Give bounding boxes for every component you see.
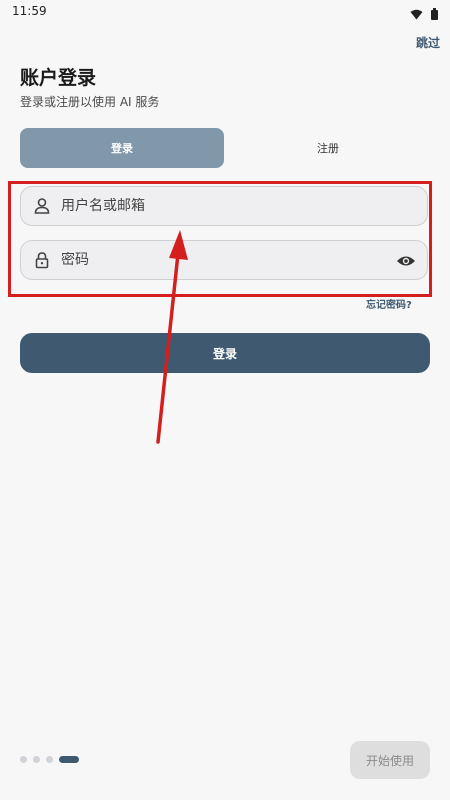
password-input[interactable] bbox=[61, 252, 361, 268]
start-button[interactable]: 开始使用 bbox=[350, 741, 430, 779]
tab-register[interactable]: 注册 bbox=[226, 128, 430, 168]
page-dot bbox=[46, 756, 53, 763]
page-subtitle: 登录或注册以使用 AI 服务 bbox=[20, 95, 160, 109]
eye-icon[interactable] bbox=[395, 250, 417, 272]
username-field[interactable] bbox=[20, 186, 428, 226]
status-bar: 11:59 bbox=[0, 0, 450, 24]
skip-button[interactable]: 跳过 bbox=[416, 34, 440, 51]
page-indicator bbox=[20, 756, 79, 763]
annotation-arrow bbox=[156, 230, 188, 444]
person-icon bbox=[31, 195, 53, 217]
page-title: 账户登录 bbox=[20, 67, 97, 89]
lock-icon bbox=[31, 249, 53, 271]
status-time: 11:59 bbox=[12, 4, 47, 18]
login-button[interactable]: 登录 bbox=[20, 333, 430, 373]
page-dot bbox=[20, 756, 27, 763]
forgot-password-link[interactable]: 忘记密码? bbox=[366, 296, 412, 311]
wifi-icon bbox=[410, 5, 423, 24]
battery-icon bbox=[431, 5, 438, 24]
username-input[interactable] bbox=[61, 198, 361, 214]
status-icons bbox=[410, 5, 438, 24]
page-dot-active bbox=[59, 756, 79, 763]
page-dot bbox=[33, 756, 40, 763]
tab-login[interactable]: 登录 bbox=[20, 128, 224, 168]
password-field[interactable] bbox=[20, 240, 428, 280]
